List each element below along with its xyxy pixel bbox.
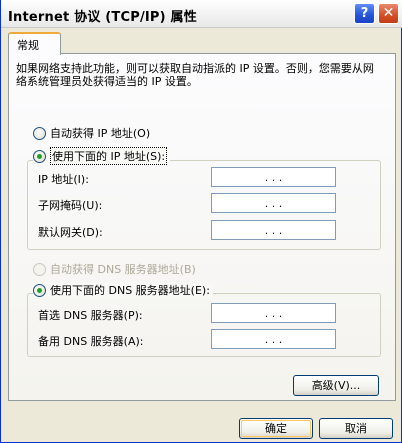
subnet-mask-label: 子网掩码(U): [38, 199, 103, 212]
preferred-dns-value: . . . [264, 306, 283, 320]
ok-button-label: 确定 [265, 422, 287, 435]
radio-auto-dns-label: 自动获得 DNS 服务器地址(B) [50, 263, 196, 276]
radio-auto-ip-label: 自动获得 IP 地址(O) [50, 127, 151, 140]
close-button[interactable]: ✕ [378, 3, 399, 24]
radio-manual-dns[interactable]: 使用下面的 DNS 服务器地址(E): [33, 282, 213, 298]
alternate-dns-input[interactable]: . . . [211, 329, 336, 349]
radio-manual-ip-circle[interactable] [33, 149, 46, 163]
subnet-mask-input[interactable]: . . . [211, 193, 336, 213]
tab-general[interactable]: 常规 [8, 32, 61, 55]
default-gateway-value: . . . [264, 223, 283, 237]
dialog-window: Internet 协议 (TCP/IP) 属性 ? ✕ 常规 如果网络支持此功能… [0, 0, 402, 443]
radio-auto-ip-circle[interactable] [33, 126, 46, 140]
title-bar[interactable]: Internet 协议 (TCP/IP) 属性 ? ✕ [1, 0, 402, 28]
radio-auto-dns-circle[interactable] [33, 262, 46, 276]
ip-address-value: . . . [264, 170, 283, 184]
cancel-button[interactable]: 取消 [319, 418, 393, 439]
preferred-dns-label: 首选 DNS 服务器(P): [38, 309, 143, 322]
description-text: 如果网络支持此功能，则可以获取自动指派的 IP 设置。否则，您需要从网络系统管理… [16, 62, 374, 88]
subnet-mask-value: . . . [264, 196, 283, 210]
preferred-dns-input[interactable]: . . . [211, 303, 336, 323]
radio-manual-dns-label: 使用下面的 DNS 服务器地址(E): [50, 284, 210, 297]
default-gateway-label: 默认网关(D): [38, 226, 103, 239]
radio-manual-ip[interactable]: 使用下面的 IP 地址(S): [33, 147, 171, 165]
radio-manual-dns-circle[interactable] [33, 283, 46, 297]
radio-auto-dns[interactable]: 自动获得 DNS 服务器地址(B) [33, 261, 196, 277]
radio-auto-ip[interactable]: 自动获得 IP 地址(O) [33, 125, 150, 141]
radio-manual-ip-label: 使用下面的 IP 地址(S): [50, 147, 168, 165]
help-button[interactable]: ? [354, 3, 375, 24]
window-title: Internet 协议 (TCP/IP) 属性 [8, 10, 197, 25]
default-gateway-input[interactable]: . . . [211, 220, 336, 240]
ip-address-label: IP 地址(I): [38, 173, 89, 186]
ok-button[interactable]: 确定 [239, 418, 313, 439]
advanced-button[interactable]: 高级(V)... [293, 375, 379, 396]
alternate-dns-label: 备用 DNS 服务器(A): [38, 335, 144, 348]
alternate-dns-value: . . . [264, 332, 283, 346]
tab-general-label: 常规 [17, 39, 39, 52]
ip-address-input[interactable]: . . . [211, 167, 336, 187]
